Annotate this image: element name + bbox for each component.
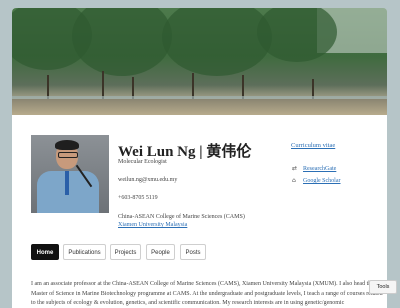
university-link[interactable]: Xiamen University Malaysia xyxy=(118,222,187,228)
profile-name: Wei Lun Ng | 黄伟伦 xyxy=(118,144,252,160)
tab-home[interactable]: Home xyxy=(31,244,59,260)
bio-paragraph: I am an associate professor at the China… xyxy=(31,281,383,306)
tab-posts[interactable]: Posts xyxy=(180,244,206,260)
tab-publications[interactable]: Publications xyxy=(63,244,106,260)
profile-photo xyxy=(31,135,109,213)
google-scholar-icon: ⌂ xyxy=(292,177,296,184)
tab-projects[interactable]: Projects xyxy=(110,244,141,260)
researchgate-link[interactable]: ⇄ ResearchGate xyxy=(292,165,336,172)
profile-phone: +603-8705 5119 xyxy=(118,195,158,201)
google-scholar-link[interactable]: ⌂ Google Scholar xyxy=(292,177,341,184)
profile-card: Wei Lun Ng | 黄伟伦 Molecular Ecologist wei… xyxy=(12,8,387,308)
researchgate-label: ResearchGate xyxy=(303,166,337,172)
profile-email: weilun.ng@xmu.edu.my xyxy=(118,177,178,183)
google-scholar-label: Google Scholar xyxy=(303,178,341,184)
cv-link[interactable]: Curriculum vitae xyxy=(291,142,335,149)
tools-button[interactable]: Tools xyxy=(369,280,397,294)
banner-image xyxy=(12,8,387,115)
tab-people[interactable]: People xyxy=(146,244,175,260)
profile-affiliation: China-ASEAN College of Marine Sciences (… xyxy=(118,214,245,220)
profile-role: Molecular Ecologist xyxy=(118,159,167,165)
researchgate-icon: ⇄ xyxy=(292,165,298,172)
